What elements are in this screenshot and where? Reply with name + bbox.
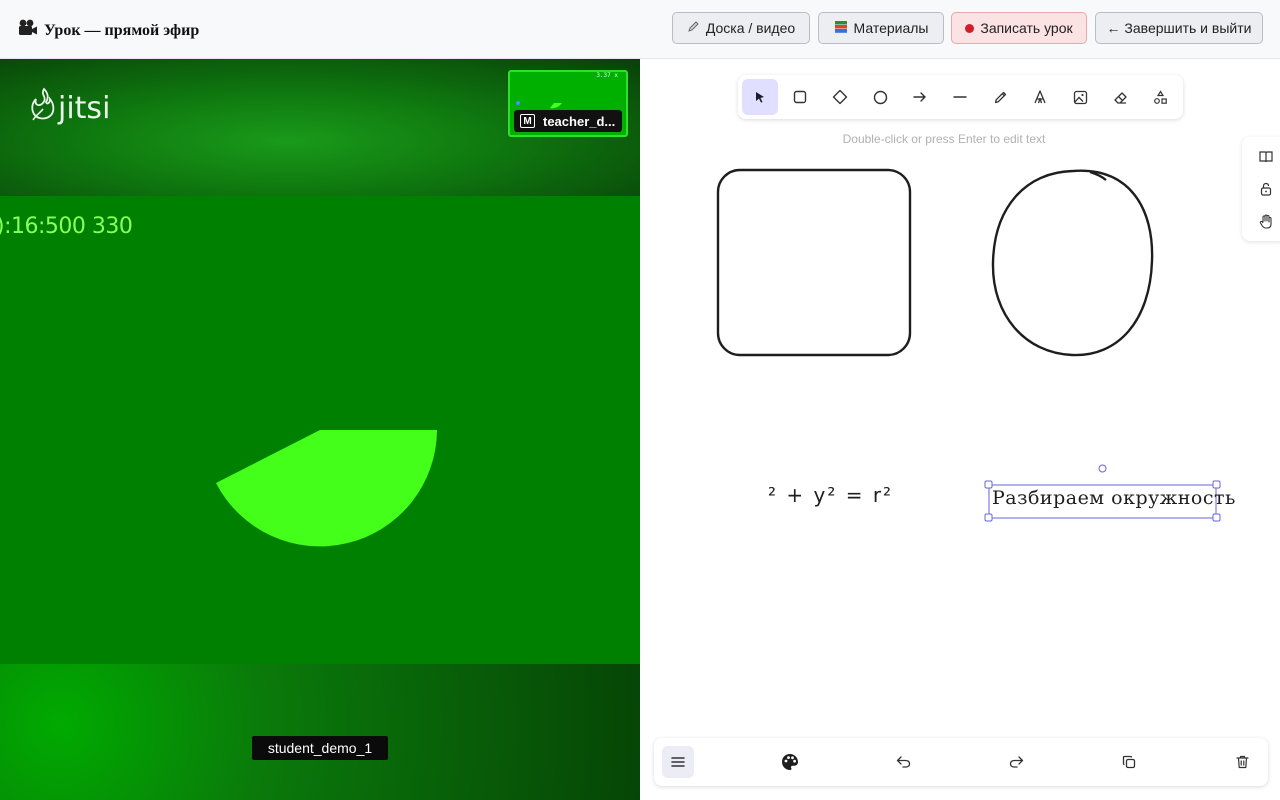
record-lesson-label: Записать урок — [980, 20, 1073, 36]
materials-button[interactable]: Материалы — [818, 12, 944, 44]
delete-button[interactable] — [1226, 746, 1258, 778]
formula-text[interactable]: ² + y² = r² — [768, 483, 893, 507]
board-video-label: Доска / видео — [705, 20, 796, 36]
page-title-text: Урок — прямой эфир — [44, 21, 200, 39]
hamburger-menu-icon — [671, 757, 685, 767]
record-dot-icon — [965, 23, 975, 33]
undo-icon — [896, 756, 910, 768]
duplicate-button[interactable] — [1113, 746, 1145, 778]
participant-name-tag: student_demo_1 — [252, 736, 388, 760]
drawn-ellipse[interactable] — [991, 169, 1154, 357]
board-video-toggle-button[interactable]: Доска / видео — [672, 12, 810, 44]
thumbnail-name: teacher_d... — [543, 113, 616, 129]
film-camera-icon — [18, 19, 38, 42]
redo-icon — [1009, 756, 1023, 768]
thumbnail-name-tag: M teacher_d... — [514, 110, 622, 132]
undo-button[interactable] — [887, 746, 919, 778]
books-icon — [834, 20, 848, 37]
color-palette-button[interactable] — [774, 746, 806, 778]
redo-button[interactable] — [1000, 746, 1032, 778]
teacher-thumbnail[interactable]: 3.37 x M teacher_d... — [508, 70, 628, 137]
main-menu-button[interactable] — [662, 746, 694, 778]
video-conference-panel[interactable]: jitsi ):16:500 330 3.37 x M teacher_d...… — [0, 59, 640, 800]
page-title: Урок — прямой эфир — [18, 19, 199, 42]
finish-and-exit-button[interactable]: ← Завершить и выйти — [1095, 12, 1263, 44]
rotation-handle[interactable] — [1098, 464, 1107, 473]
pencil-icon — [687, 20, 700, 36]
header-bar: Урок — прямой эфир Доска / видео Материа… — [0, 0, 1280, 59]
whiteboard-panel[interactable]: Double-click or press Enter to edit text… — [640, 59, 1280, 800]
drawn-rectangle[interactable] — [716, 168, 912, 357]
video-shape — [216, 430, 437, 547]
materials-label: Материалы — [853, 20, 929, 36]
selected-text-element[interactable]: Разбираем окружность — [992, 487, 1236, 509]
whiteboard-canvas[interactable] — [640, 59, 1280, 800]
moderator-badge-icon: M — [520, 114, 535, 128]
duplicate-icon — [1122, 755, 1136, 769]
bottom-toolbar — [654, 738, 1268, 786]
record-lesson-button[interactable]: Записать урок — [951, 12, 1087, 44]
palette-icon — [782, 754, 798, 770]
finish-and-exit-label: ← Завершить и выйти — [1106, 20, 1252, 36]
trash-icon — [1235, 755, 1249, 769]
